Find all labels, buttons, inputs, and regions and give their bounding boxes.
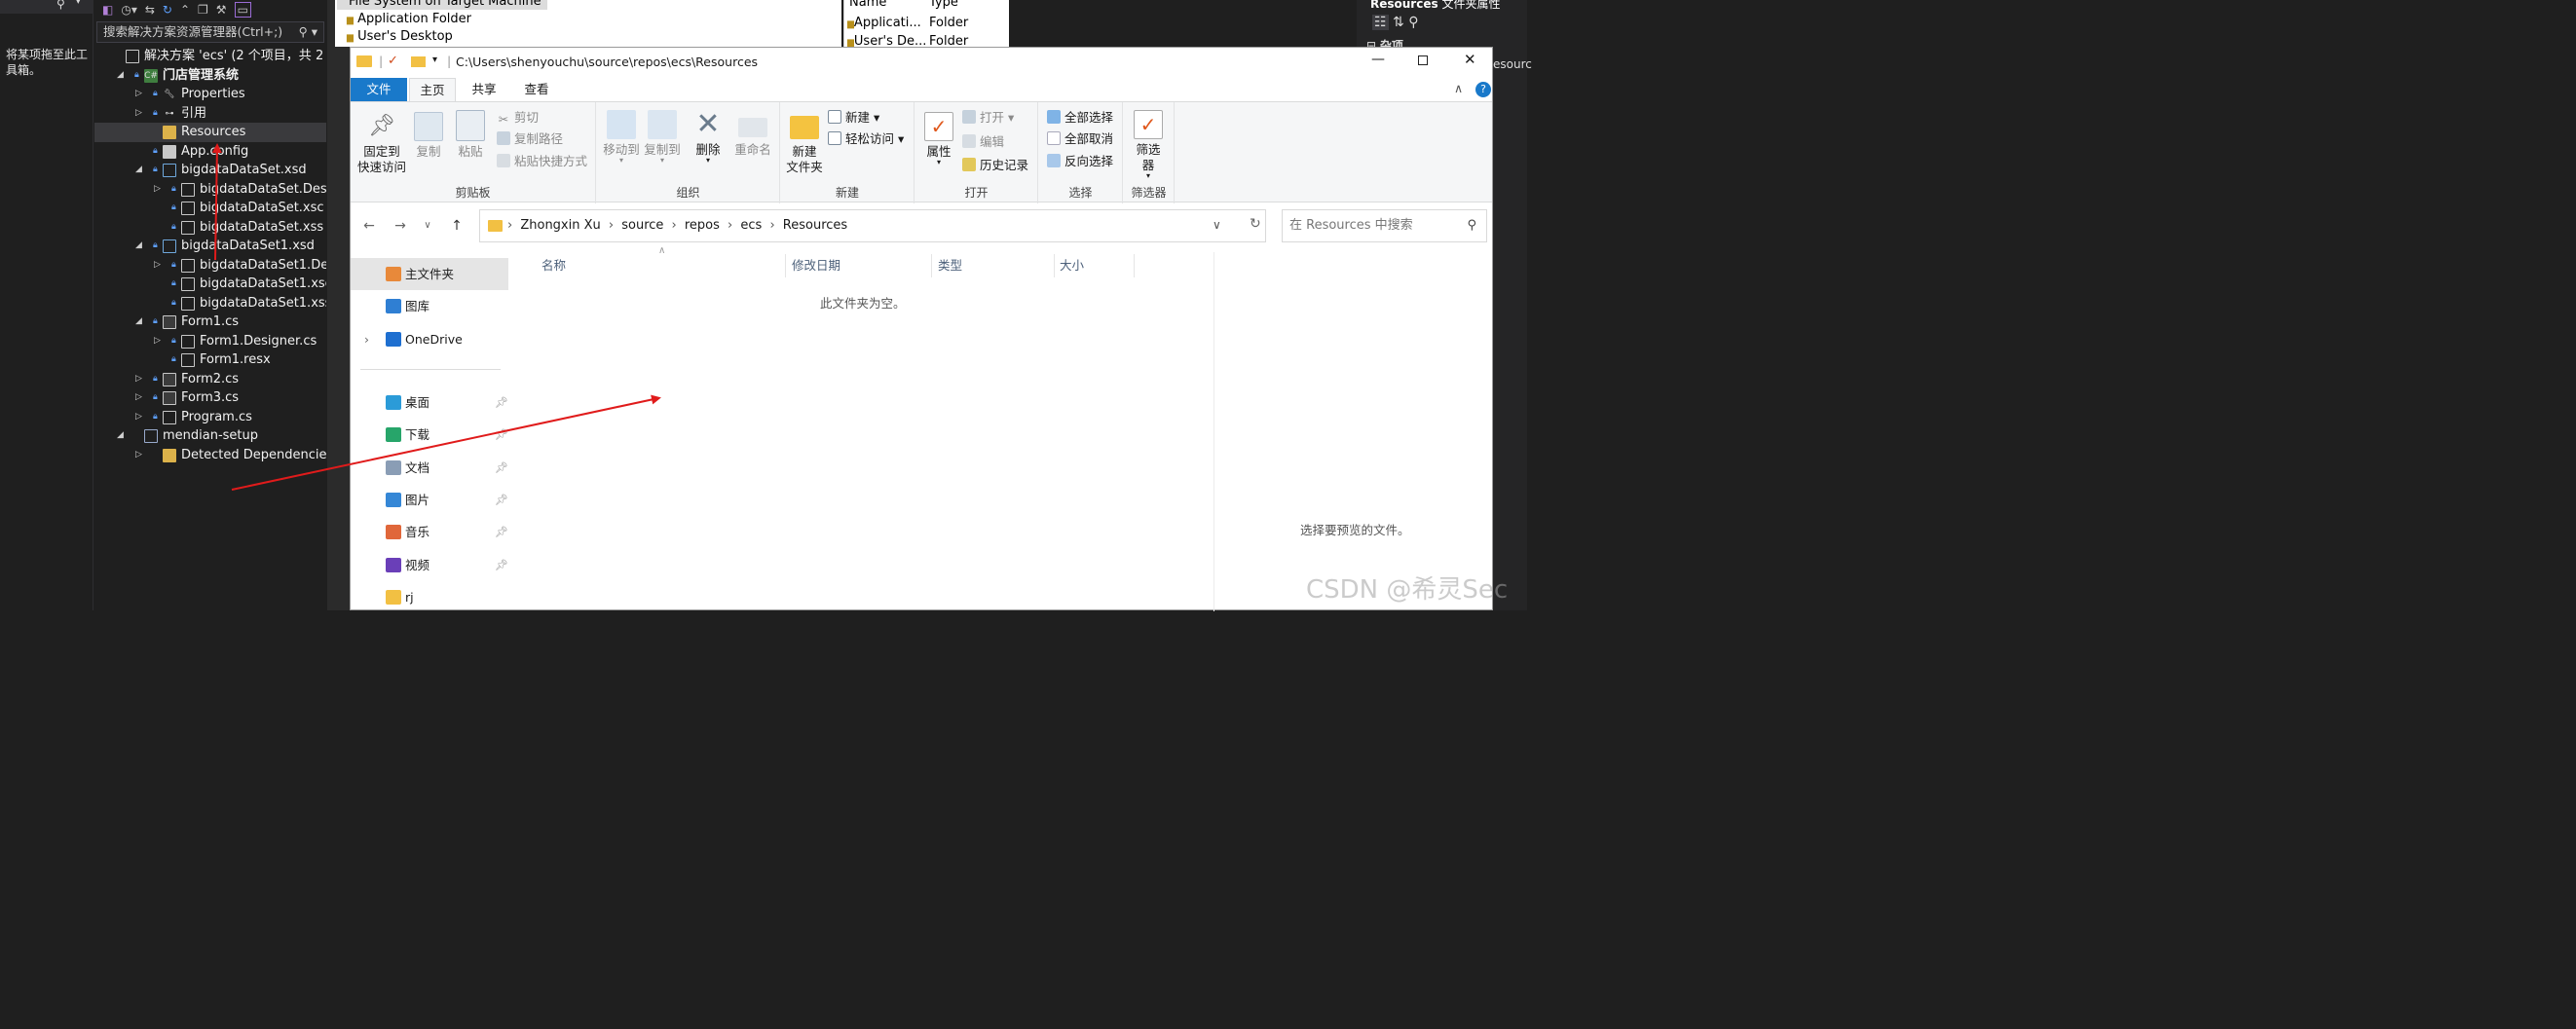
annotation-arrows [211, 143, 661, 491]
watermark: CSDN @希灵Sec [1306, 575, 1509, 605]
arrow-diagonal [231, 394, 661, 491]
arrow-up [211, 143, 222, 261]
